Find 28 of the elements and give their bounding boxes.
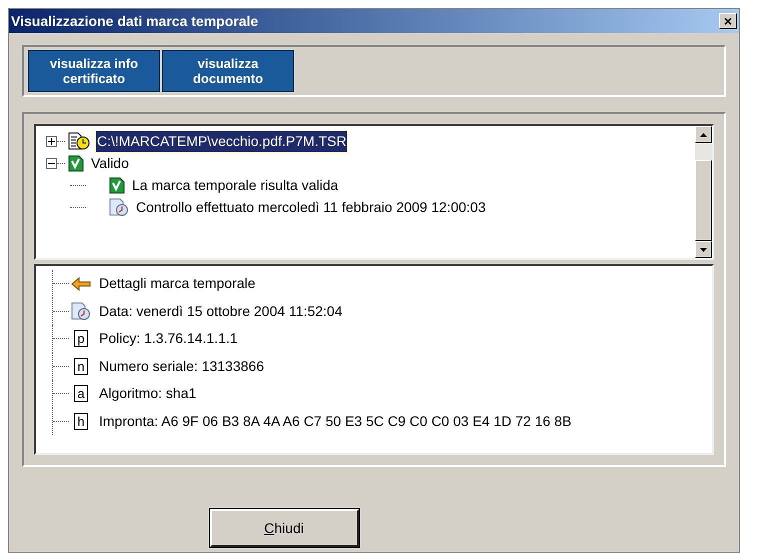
scroll-down-icon[interactable] xyxy=(700,248,707,252)
close-dialog-button[interactable]: Chiudi xyxy=(210,509,358,547)
detail-text: Algoritmo: sha1 xyxy=(99,384,196,404)
tree-item[interactable]: Valido xyxy=(90,152,130,174)
document-clock-icon xyxy=(68,132,90,150)
detail-text: Data: venerdì 15 ottobre 2004 11:52:04 xyxy=(99,302,342,321)
clock-document-icon xyxy=(109,198,129,216)
window-title: Visualizzazione dati marca temporale xyxy=(11,12,258,31)
letter-icon: p xyxy=(74,330,88,348)
tree-item[interactable]: Controllo effettuato mercoledì 11 febbraio 2009 12:00:03 xyxy=(135,196,487,218)
check-icon xyxy=(109,176,125,194)
letter-icon: h xyxy=(74,412,88,430)
check-icon xyxy=(68,154,84,172)
toolbar-button[interactable]: visualizza documento xyxy=(162,50,294,92)
close-button[interactable]: × xyxy=(719,13,737,29)
clock-document-icon xyxy=(71,302,91,320)
detail-text: Impronta: A6 9F 06 B3 8A 4A A6 C7 50 E3 5C C9 C0 C0 03 E4 1D 72 16 8B xyxy=(99,412,572,431)
detail-text: Dettagli marca temporale xyxy=(99,274,256,294)
toolbar-button[interactable]: visualizza info certificato xyxy=(28,50,160,92)
tree-item[interactable]: La marca temporale risulta valida xyxy=(131,174,340,196)
letter-icon: n xyxy=(74,358,88,375)
detail-text: Policy: 1.3.76.14.1.1.1 xyxy=(99,329,238,348)
tree-item[interactable]: C:\!MARCATEMP\vecchio.pdf.P7M.TSR xyxy=(96,130,348,152)
arrow-icon xyxy=(71,276,91,291)
detail-text: Numero seriale: 13133866 xyxy=(99,356,264,376)
letter-icon: a xyxy=(74,385,88,402)
scroll-up-icon[interactable] xyxy=(700,132,707,136)
scrollbar[interactable] xyxy=(695,126,712,258)
